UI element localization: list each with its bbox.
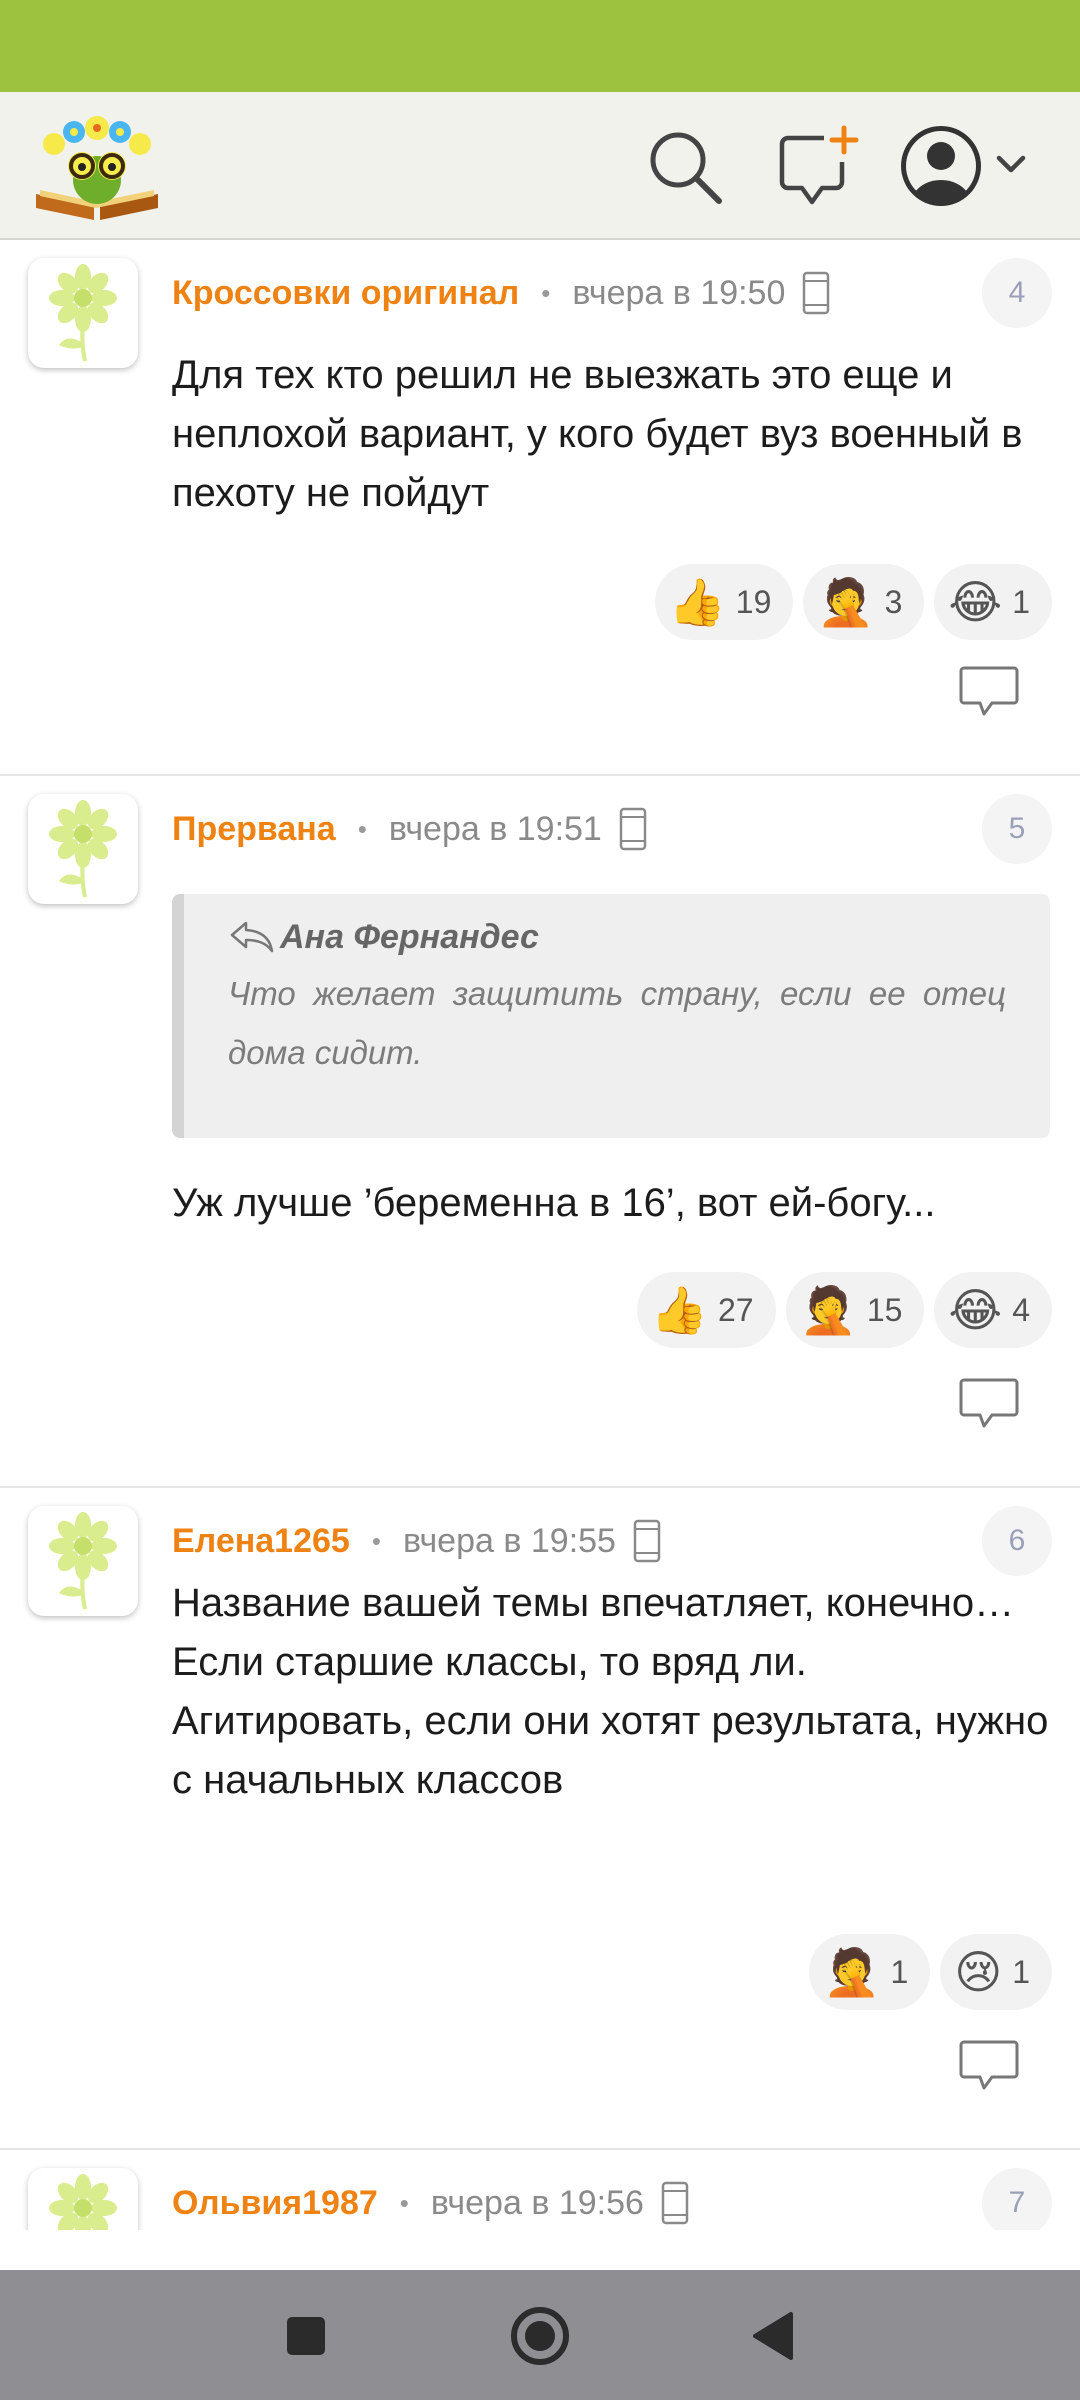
comment-meta: Прервана • вчера в 19:51 [172, 804, 648, 854]
reaction-count: 1 [1012, 1953, 1030, 1990]
facepalm-icon: 🤦 [799, 1283, 857, 1337]
separator-dot: • [541, 277, 551, 308]
quoted-comment[interactable]: Ана Фернандес Что желает защитить страну… [172, 894, 1050, 1138]
mobile-device-icon [633, 1519, 661, 1563]
reaction-tears-of-joy[interactable]: 😂 4 [934, 1272, 1052, 1348]
crying-face-icon: 😢 [954, 1945, 1003, 1999]
reaction-count: 3 [884, 583, 903, 620]
chevron-down-icon [996, 155, 1026, 173]
thumbs-up-icon: 👍 [668, 575, 726, 629]
comment-text: Название вашей темы впечатляет, конечно…… [172, 1581, 1049, 1802]
separator-dot: • [371, 1525, 381, 1556]
reaction-crying-face[interactable]: 😢 1 [940, 1934, 1052, 2010]
recent-apps-icon [287, 2317, 325, 2355]
separator-dot: • [399, 2187, 409, 2218]
reply-button[interactable] [958, 2038, 1020, 2094]
comment-item: Кроссовки оригинал • вчера в 19:50 4 Для… [0, 240, 1080, 776]
avatar[interactable] [28, 1506, 138, 1616]
quote-author-row: Ана Фернандес [228, 916, 1006, 958]
comment-item: Ольвия1987 • вчера в 19:56 7 [0, 2150, 1080, 2230]
timestamp: вчера в 19:55 [402, 1521, 616, 1560]
home-button[interactable] [502, 2298, 578, 2374]
timestamp: вчера в 19:56 [430, 2183, 644, 2222]
quote-author: Ана Фернандес [280, 917, 539, 956]
mobile-device-icon [619, 807, 647, 851]
avatar[interactable] [28, 794, 138, 904]
quote-text: Что желает защитить страну, если ее отец… [228, 975, 1006, 1071]
home-icon [511, 2307, 569, 2365]
system-navigation-bar [0, 2270, 1080, 2400]
reaction-facepalm[interactable]: 🤦 1 [809, 1934, 931, 2010]
reply-comment-icon [959, 666, 1019, 716]
reply-button[interactable] [958, 1376, 1020, 1432]
reply-button[interactable] [958, 664, 1020, 720]
timestamp: вчера в 19:50 [572, 273, 786, 312]
timestamp: вчера в 19:51 [388, 809, 602, 848]
author-name[interactable]: Ольвия1987 [172, 2184, 378, 2223]
reaction-tears-of-joy[interactable]: 😂 1 [934, 564, 1052, 640]
back-button[interactable] [736, 2298, 812, 2374]
reaction-thumbs-up[interactable]: 👍 19 [654, 564, 794, 640]
comment-meta: Елена1265 • вчера в 19:55 [172, 1516, 662, 1566]
avatar[interactable] [28, 258, 138, 368]
comment-item: Елена1265 • вчера в 19:55 6 Название ваш… [0, 1488, 1080, 2150]
profile-icon [901, 126, 1026, 206]
comment-number[interactable]: 4 [982, 258, 1052, 328]
reaction-thumbs-up[interactable]: 👍 27 [636, 1272, 776, 1348]
separator-dot: • [357, 813, 367, 844]
reaction-count: 1 [890, 1953, 909, 1990]
facepalm-icon: 🤦 [823, 1945, 881, 1999]
author-name[interactable]: Кроссовки оригинал [172, 274, 519, 313]
site-logo[interactable] [30, 110, 164, 222]
recent-apps-button[interactable] [268, 2298, 344, 2374]
search-icon[interactable] [640, 122, 730, 212]
comment-meta: Кроссовки оригинал • вчера в 19:50 [172, 268, 831, 318]
tears-of-joy-icon: 😂 [948, 1283, 1003, 1337]
author-name[interactable]: Елена1265 [172, 1522, 350, 1561]
avatar[interactable] [28, 2168, 138, 2230]
reaction-facepalm[interactable]: 🤦 15 [785, 1272, 925, 1348]
reaction-count: 27 [717, 1291, 754, 1328]
reply-comment-icon [959, 1378, 1019, 1428]
facepalm-icon: 🤦 [817, 575, 875, 629]
tears-of-joy-icon: 😂 [948, 575, 1003, 629]
author-name[interactable]: Прервана [172, 810, 336, 849]
mobile-device-icon [803, 271, 830, 315]
reactions-bar: 👍 19 🤦 3 😂 1 [654, 564, 1052, 640]
thumbs-up-icon: 👍 [650, 1283, 708, 1337]
comment-text: Для тех кто решил не выезжать это еще и … [172, 353, 1023, 515]
new-message-icon[interactable] [772, 122, 862, 212]
app-header [0, 92, 1080, 240]
reaction-count: 19 [735, 583, 772, 620]
reaction-count: 1 [1012, 583, 1030, 620]
reaction-count: 15 [866, 1291, 903, 1328]
comment-item: Прервана • вчера в 19:51 5 Ана Фернандес… [0, 776, 1080, 1488]
status-bar [0, 0, 1080, 92]
reaction-facepalm[interactable]: 🤦 3 [803, 564, 925, 640]
comment-number[interactable]: 5 [982, 794, 1052, 864]
comment-number[interactable]: 7 [982, 2168, 1052, 2230]
reply-comment-icon [959, 2040, 1019, 2090]
comment-meta: Ольвия1987 • вчера в 19:56 [172, 2178, 690, 2228]
reaction-count: 4 [1012, 1291, 1030, 1328]
profile-menu[interactable] [895, 116, 1035, 216]
comments-feed[interactable]: Кроссовки оригинал • вчера в 19:50 4 Для… [0, 240, 1080, 2230]
back-icon [753, 2312, 793, 2360]
reactions-bar: 🤦 1 😢 1 [809, 1934, 1052, 2010]
reply-arrow-icon [230, 921, 274, 953]
reactions-bar: 👍 27 🤦 15 😂 4 [636, 1272, 1052, 1348]
mobile-device-icon [661, 2181, 689, 2225]
comment-number[interactable]: 6 [982, 1506, 1052, 1576]
comment-text: Уж лучше ’беременна в 16’, вот ей-богу..… [172, 1181, 936, 1225]
